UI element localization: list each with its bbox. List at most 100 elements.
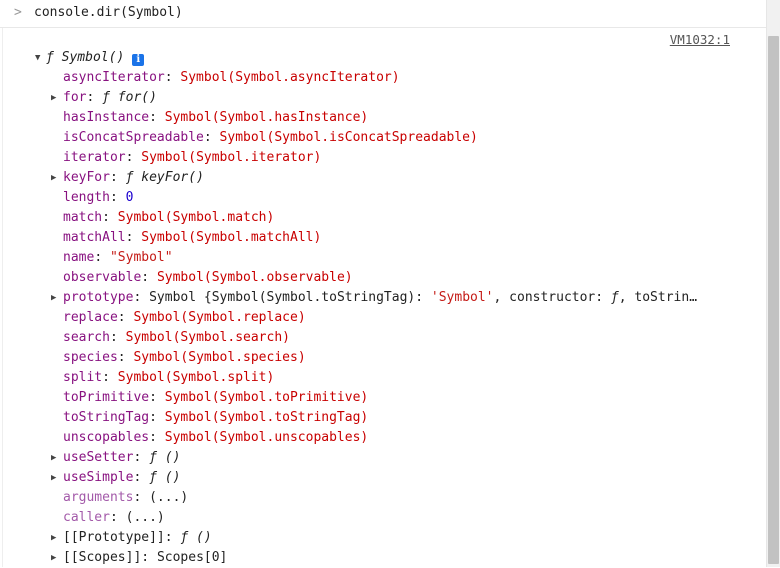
property-value: Symbol(Symbol.search) <box>125 330 290 345</box>
species-row: species: Symbol(Symbol.species) <box>0 348 766 368</box>
search-row: search: Symbol(Symbol.search) <box>0 328 766 348</box>
property-key: search <box>63 330 110 345</box>
key-separator: : <box>133 470 150 485</box>
property-key: match <box>63 210 103 225</box>
property-value: "Symbol" <box>109 250 173 265</box>
property-key: name <box>63 250 95 265</box>
property-value: ƒ () <box>149 470 181 485</box>
property-value: Symbol(Symbol.matchAll) <box>141 230 322 245</box>
object-tree: ▼ ƒ Symbol() i asyncIterator: Symbol(Symb… <box>0 48 766 568</box>
property-value: Scopes[0] <box>156 550 228 565</box>
property-key: asyncIterator <box>63 70 165 85</box>
length-row: length: 0 <box>0 188 766 208</box>
property-key: prototype <box>63 290 134 305</box>
property-list: asyncIterator: Symbol(Symbol.asyncIterat… <box>0 68 766 568</box>
console-command-line: > console.dir(Symbol) <box>0 0 766 28</box>
property-value: Symbol(Symbol.iterator) <box>141 150 322 165</box>
property-key: useSimple <box>63 470 134 485</box>
key-separator: : <box>141 270 157 285</box>
key-separator: : <box>125 150 142 165</box>
preview-fragment: ƒ <box>610 290 619 305</box>
scrollbar-thumb[interactable] <box>768 36 779 564</box>
key-separator: : <box>109 170 126 185</box>
property-key: split <box>63 370 103 385</box>
isConcatSpreadable-row: isConcatSpreadable: Symbol(Symbol.isConc… <box>0 128 766 148</box>
property-value: ƒ keyFor() <box>125 170 204 185</box>
key-separator: : <box>133 490 150 505</box>
key-separator: : <box>117 350 134 365</box>
key-separator: : <box>149 110 165 125</box>
vertical-scrollbar[interactable] <box>766 0 780 567</box>
prompt-chevron-icon: > <box>14 5 22 20</box>
property-value: ƒ for() <box>102 90 157 105</box>
property-key: length <box>63 190 110 205</box>
info-icon[interactable]: i <box>132 54 145 66</box>
collapsed-triangle-icon[interactable]: ▶ <box>51 528 61 548</box>
property-key: matchAll <box>63 230 126 245</box>
collapsed-triangle-icon[interactable]: ▶ <box>51 288 61 308</box>
useSetter-row[interactable]: ▶ useSetter: ƒ () <box>0 448 766 468</box>
function-f-glyph: ƒ <box>46 50 54 65</box>
preview-fragment: , constructor: <box>493 290 611 305</box>
key-separator: : <box>109 190 126 205</box>
iterator-row: iterator: Symbol(Symbol.iterator) <box>0 148 766 168</box>
collapsed-triangle-icon[interactable]: ▶ <box>51 448 61 468</box>
prototype-row[interactable]: ▶ prototype: Symbol {Symbol(Symbol.toStri… <box>0 288 766 308</box>
property-value[interactable]: (...) <box>126 510 165 525</box>
expanded-triangle-icon[interactable]: ▼ <box>35 48 45 68</box>
collapsed-triangle-icon[interactable]: ▶ <box>51 168 61 188</box>
collapsed-triangle-icon[interactable]: ▶ <box>51 88 61 108</box>
property-key: [[Prototype]] <box>63 530 165 545</box>
key-separator: : <box>125 230 142 245</box>
property-key: keyFor <box>63 170 110 185</box>
root-symbol-row[interactable]: ▼ ƒ Symbol() i <box>0 48 766 68</box>
useSimple-row[interactable]: ▶ useSimple: ƒ () <box>0 468 766 488</box>
property-key: unscopables <box>63 430 150 445</box>
asyncIterator-row: asyncIterator: Symbol(Symbol.asyncIterat… <box>0 68 766 88</box>
key-separator: : <box>164 70 181 85</box>
match-row: match: Symbol(Symbol.match) <box>0 208 766 228</box>
keyFor-row[interactable]: ▶ keyFor: ƒ keyFor() <box>0 168 766 188</box>
collapsed-triangle-icon[interactable]: ▶ <box>51 548 61 568</box>
collapsed-triangle-icon[interactable]: ▶ <box>51 468 61 488</box>
property-value: ƒ () <box>149 450 181 465</box>
property-key: toStringTag <box>63 410 150 425</box>
arguments-row: arguments: (...) <box>0 488 766 508</box>
property-key: useSetter <box>63 450 134 465</box>
for-row[interactable]: ▶ for: ƒ for() <box>0 88 766 108</box>
key-separator: : <box>102 210 118 225</box>
property-value: Symbol(Symbol.isConcatSpreadable) <box>219 130 478 145</box>
root-label: ƒ Symbol() <box>34 48 124 68</box>
property-key: observable <box>63 270 142 285</box>
key-separator: : <box>117 310 134 325</box>
internal-scopes-row[interactable]: ▶ [[Scopes]]: Scopes[0] <box>0 548 766 568</box>
property-value[interactable]: (...) <box>149 490 188 505</box>
split-row: split: Symbol(Symbol.split) <box>0 368 766 388</box>
caller-row: caller: (...) <box>0 508 766 528</box>
replace-row: replace: Symbol(Symbol.replace) <box>0 308 766 328</box>
property-key: isConcatSpreadable <box>63 130 204 145</box>
key-separator: : <box>164 530 181 545</box>
property-key: hasInstance <box>63 110 150 125</box>
property-value: ƒ () <box>180 530 212 545</box>
property-value: Symbol(Symbol.split) <box>117 370 275 385</box>
property-value: Symbol(Symbol.unscopables) <box>164 430 369 445</box>
preview-fragment: Symbol { <box>149 290 212 305</box>
hasInstance-row: hasInstance: Symbol(Symbol.hasInstance) <box>0 108 766 128</box>
property-key: iterator <box>63 150 126 165</box>
property-key: for <box>63 90 87 105</box>
key-separator: : <box>133 450 150 465</box>
preview-fragment: 'Symbol' <box>430 290 494 305</box>
property-key: caller <box>63 510 110 525</box>
key-separator: : <box>109 510 126 525</box>
root-function-name: Symbol() <box>61 50 125 65</box>
console-command-text: console.dir(Symbol) <box>34 5 183 20</box>
internal-prototype-row[interactable]: ▶ [[Prototype]]: ƒ () <box>0 528 766 548</box>
source-location-link[interactable]: VM1032:1 <box>670 32 730 48</box>
property-value: Symbol(Symbol.toPrimitive) <box>164 390 369 405</box>
property-key: replace <box>63 310 118 325</box>
preview-fragment: , toStrin… <box>618 290 698 305</box>
property-value: 0 <box>125 190 134 205</box>
property-value: Symbol(Symbol.replace) <box>133 310 306 325</box>
property-value: Symbol(Symbol.hasInstance) <box>164 110 369 125</box>
